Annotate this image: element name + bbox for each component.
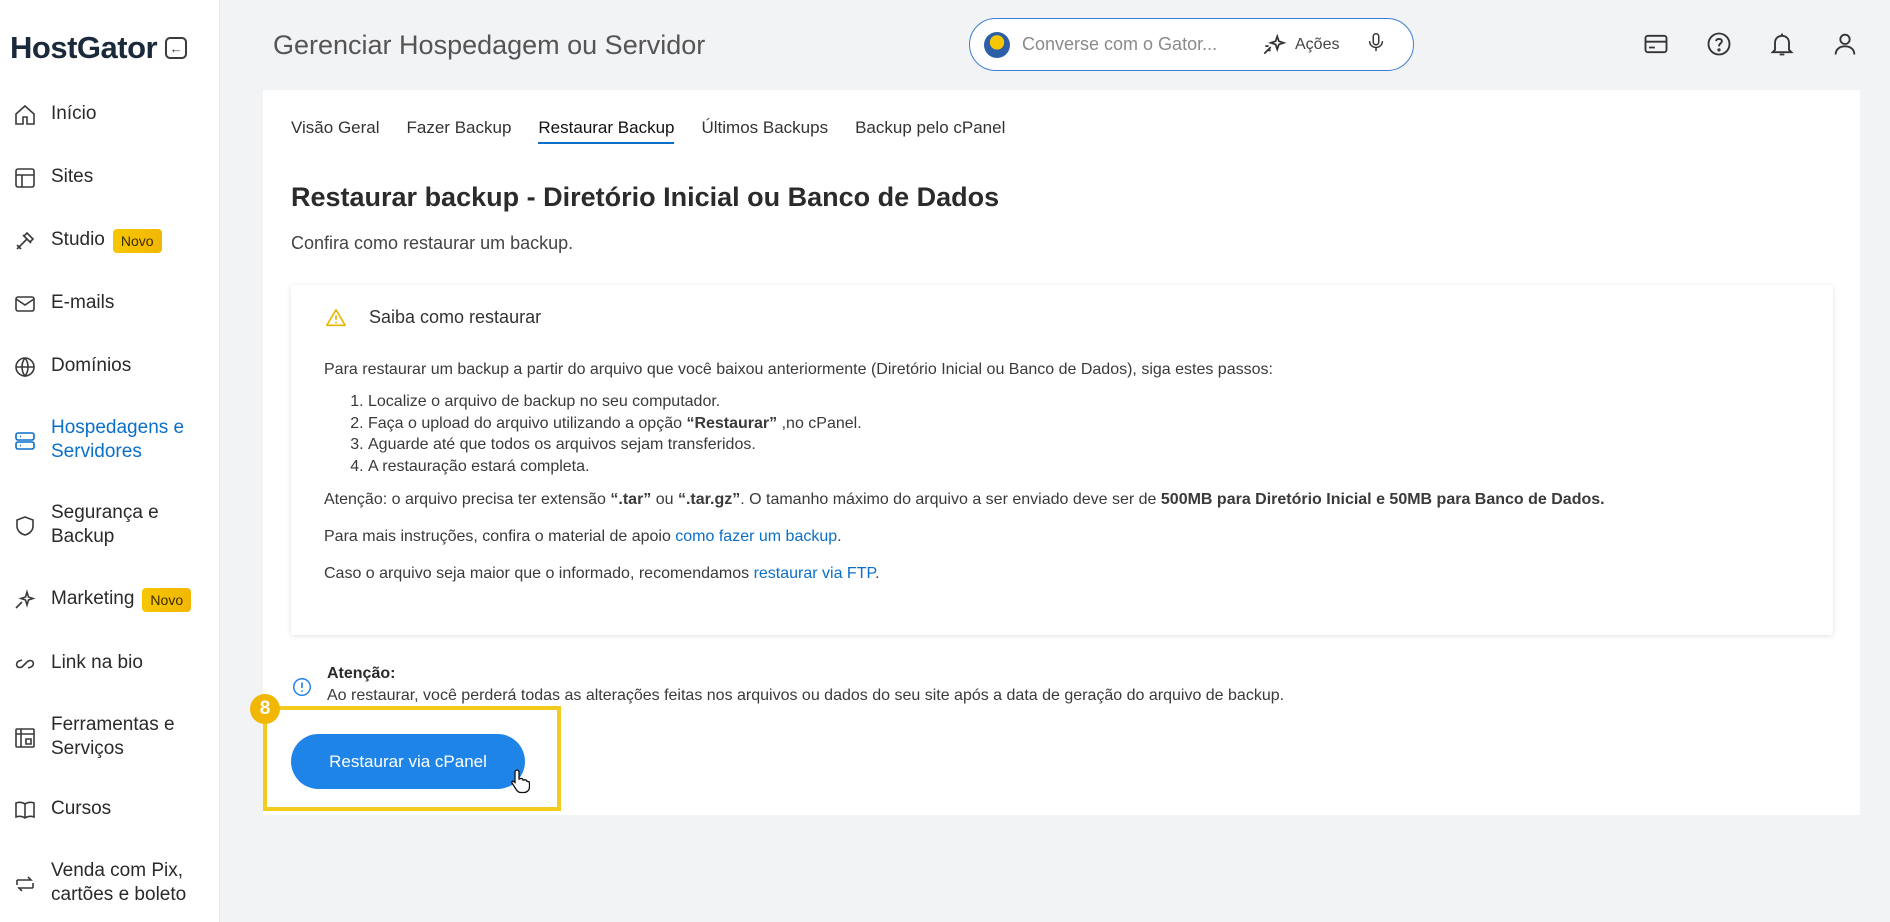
how-to-backup-link[interactable]: como fazer um backup (675, 528, 837, 545)
backup-tabs: Visão Geral Fazer Backup Restaurar Backu… (291, 118, 1032, 144)
book-icon (12, 797, 38, 823)
globe-icon (12, 354, 38, 380)
attention-notice: Atenção: Ao restaurar, você perderá toda… (291, 663, 1284, 707)
sidebar-item-label: Cursos (51, 798, 112, 819)
sidebar-item-label: Sites (51, 166, 94, 187)
instructions-intro: Para restaurar um backup a partir do arq… (324, 361, 1273, 378)
sparkle-icon (12, 587, 38, 613)
tab-backup-cpanel[interactable]: Backup pelo cPanel (855, 118, 1005, 144)
sidebar-item-label: Marketing (51, 588, 135, 609)
file-requirements-note: Atenção: o arquivo precisa ter extensão … (324, 491, 1605, 508)
notifications-bell-icon[interactable] (1768, 30, 1796, 58)
list-item: Faça o upload do arquivo utilizando a op… (368, 413, 1824, 435)
sidebar-item-cursos[interactable]: Cursos (12, 797, 212, 823)
studio-icon (12, 228, 38, 254)
sidebar-item-label: Venda com Pix, cartões e boleto (51, 860, 187, 905)
new-badge: Novo (112, 229, 162, 253)
sidebar-item-label: Ferramentas e Serviços (51, 714, 175, 759)
sidebar-item-dominios[interactable]: Domínios (12, 354, 212, 380)
tab-restaurar-backup[interactable]: Restaurar Backup (538, 118, 675, 144)
link-icon (12, 651, 38, 677)
sidebar-item-seguranca[interactable]: Segurança e Backup (12, 501, 212, 549)
info-icon (293, 678, 311, 696)
sidebar-item-label: Domínios (51, 355, 132, 376)
server-icon (12, 428, 38, 454)
gator-avatar-icon (984, 31, 1010, 58)
sidebar-item-link-na-bio[interactable]: Link na bio (12, 651, 212, 677)
sidebar: HostGator ← Início Sites Studio Novo E-m… (0, 0, 220, 922)
tutorial-step-badge: 8 (250, 694, 280, 724)
sidebar-item-emails[interactable]: E-mails (12, 291, 212, 317)
new-badge: Novo (142, 588, 192, 612)
user-account-icon[interactable] (1831, 30, 1859, 58)
sidebar-item-label: E-mails (51, 292, 115, 313)
warning-icon (326, 308, 346, 327)
help-icon[interactable] (1705, 30, 1733, 58)
gator-chat-bar[interactable]: Ações (969, 18, 1414, 71)
sidebar-item-venda[interactable]: Venda com Pix, cartões e boleto (12, 859, 212, 907)
microphone-icon[interactable] (1365, 30, 1387, 59)
more-instructions: Para mais instruções, confira o material… (324, 528, 842, 545)
restore-via-ftp-link[interactable]: restaurar via FTP (754, 565, 876, 582)
logo-row: HostGator ← (10, 30, 188, 66)
list-item: Aguarde até que todos os arquivos sejam … (368, 434, 1824, 456)
home-icon (12, 102, 38, 128)
restore-steps-list: Localize o arquivo de backup no seu comp… (368, 391, 1824, 477)
ftp-recommendation: Caso o arquivo seja maior que o informad… (324, 565, 880, 582)
tab-visao-geral[interactable]: Visão Geral (291, 118, 380, 144)
exchange-icon (12, 871, 38, 897)
sidebar-item-label: Link na bio (51, 652, 143, 673)
sidebar-item-label: Início (51, 103, 97, 124)
sidebar-item-sites[interactable]: Sites (12, 165, 212, 191)
collapse-sidebar-icon[interactable]: ← (165, 37, 188, 59)
restore-via-cpanel-button[interactable]: Restaurar via cPanel (291, 734, 525, 789)
section-subtitle: Confira como restaurar um backup. (291, 233, 574, 253)
sidebar-item-label: Hospedagens e Servidores (51, 417, 185, 462)
tab-ultimos-backups[interactable]: Últimos Backups (701, 118, 828, 144)
list-item: Localize o arquivo de backup no seu comp… (368, 391, 1824, 413)
actions-label: Ações (1295, 35, 1340, 53)
shield-icon (12, 513, 38, 539)
restore-instructions-box: Saiba como restaurar Para restaurar um b… (291, 285, 1833, 635)
sidebar-item-ferramentas[interactable]: Ferramentas e Serviços (12, 713, 212, 761)
sidebar-item-marketing[interactable]: Marketing Novo (12, 587, 212, 613)
section-heading: Restaurar backup - Diretório Inicial ou … (291, 182, 1000, 212)
attention-text: Ao restaurar, você perderá todas as alte… (327, 687, 1285, 704)
tools-icon (12, 725, 38, 751)
sidebar-item-studio[interactable]: Studio Novo (12, 228, 212, 254)
mail-icon (12, 291, 38, 317)
hostgator-logo[interactable]: HostGator (10, 30, 158, 66)
sidebar-item-label: Studio (51, 229, 105, 250)
actions-button[interactable]: Ações (1261, 32, 1339, 58)
instructions-body: Para restaurar um backup a partir do arq… (324, 359, 1824, 600)
attention-title: Atenção: (327, 665, 396, 682)
gator-chat-input[interactable] (1022, 34, 1247, 55)
list-item: A restauração estará completa. (368, 456, 1824, 478)
sidebar-item-label: Segurança e Backup (51, 502, 159, 547)
page-title: Gerenciar Hospedagem ou Servidor (273, 30, 706, 60)
sidebar-item-inicio[interactable]: Início (12, 102, 212, 128)
instructions-title: Saiba como restaurar (369, 307, 542, 327)
tab-fazer-backup[interactable]: Fazer Backup (407, 118, 512, 144)
sparkle-icon (1263, 33, 1287, 54)
hand-cursor-icon (511, 769, 530, 794)
billing-card-icon[interactable] (1642, 30, 1670, 58)
sidebar-item-hospedagens[interactable]: Hospedagens e Servidores (12, 416, 212, 464)
layout-icon (12, 165, 38, 191)
